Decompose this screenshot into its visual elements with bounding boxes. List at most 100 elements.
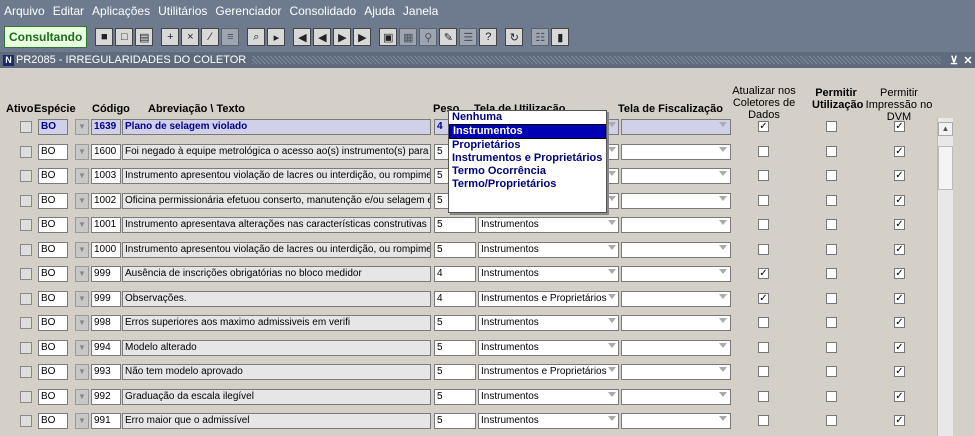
previous-record-icon[interactable]: ◀ bbox=[313, 28, 332, 46]
edit-icon[interactable]: ✎ bbox=[439, 28, 458, 46]
texto-field[interactable]: Modelo alterado bbox=[122, 340, 431, 356]
ativo-checkbox[interactable] bbox=[20, 170, 32, 182]
atualizar-checkbox[interactable] bbox=[758, 342, 769, 353]
chevron-down-icon[interactable] bbox=[608, 220, 616, 225]
next-record-icon[interactable]: ▶ bbox=[333, 28, 352, 46]
texto-field[interactable]: Instrumento apresentava alterações nas c… bbox=[122, 217, 431, 233]
tela-utilizacao-field[interactable]: Instrumentos bbox=[478, 315, 619, 331]
texto-field[interactable]: Erros superiores aos maximo admissiveis … bbox=[122, 315, 431, 331]
list-icon[interactable]: ☰ bbox=[459, 28, 478, 46]
minimize-icon[interactable]: ⊻ bbox=[947, 54, 961, 67]
dropdown-option[interactable]: Termo/Proprietários bbox=[449, 178, 606, 191]
permitir-utilizacao-checkbox[interactable] bbox=[826, 342, 837, 353]
texto-field[interactable]: Ausência de inscrições obrigatórias no b… bbox=[122, 266, 431, 282]
texto-field[interactable]: Instrumento apresentou violação de lacre… bbox=[122, 168, 431, 184]
chevron-down-icon[interactable] bbox=[719, 269, 727, 274]
delete-icon[interactable]: □ bbox=[115, 28, 134, 46]
atualizar-checkbox[interactable] bbox=[758, 146, 769, 157]
especie-field[interactable]: BO bbox=[38, 291, 68, 307]
print-icon[interactable]: ▤ bbox=[135, 28, 154, 46]
chevron-down-icon[interactable] bbox=[608, 147, 616, 152]
codigo-field[interactable]: 999 bbox=[91, 291, 121, 307]
peso-field[interactable]: 5 bbox=[434, 413, 476, 429]
permitir-utilizacao-checkbox[interactable] bbox=[826, 170, 837, 181]
texto-field[interactable]: Instrumento apresentou violação de lacre… bbox=[122, 242, 431, 258]
query-icon[interactable]: ⌕ bbox=[247, 28, 266, 46]
close-icon[interactable]: ✕ bbox=[961, 54, 975, 67]
ativo-checkbox[interactable] bbox=[20, 366, 32, 378]
last-record-icon[interactable]: ▶ bbox=[353, 28, 372, 46]
chevron-down-icon[interactable] bbox=[608, 392, 616, 397]
exit-icon[interactable]: ▮ bbox=[551, 28, 570, 46]
dropdown-option[interactable]: Instrumentos bbox=[449, 124, 606, 139]
atualizar-checkbox[interactable]: ✓ bbox=[758, 121, 769, 132]
atualizar-checkbox[interactable] bbox=[758, 244, 769, 255]
chevron-down-icon[interactable] bbox=[608, 196, 616, 201]
tela-fiscalizacao-field[interactable] bbox=[621, 242, 731, 258]
menu-item[interactable]: Utilitários bbox=[154, 4, 211, 18]
atualizar-checkbox[interactable] bbox=[758, 391, 769, 402]
table-row[interactable]: BO ▼ 999 Observações. 4 Instrumentos e Propri… bbox=[0, 290, 940, 310]
atualizar-checkbox[interactable] bbox=[758, 195, 769, 206]
chevron-down-icon[interactable] bbox=[719, 367, 727, 372]
permitir-utilizacao-checkbox[interactable] bbox=[826, 317, 837, 328]
tela-fiscalizacao-field[interactable] bbox=[621, 266, 731, 282]
search-icon[interactable]: ⚲ bbox=[419, 28, 438, 46]
codigo-field[interactable]: 1002 bbox=[91, 193, 121, 209]
codigo-field[interactable]: 993 bbox=[91, 364, 121, 380]
peso-field[interactable]: 5 bbox=[434, 340, 476, 356]
chevron-down-icon[interactable] bbox=[608, 367, 616, 372]
tela-utilizacao-field[interactable]: Instrumentos bbox=[478, 242, 619, 258]
table-row[interactable]: BO ▼ 992 Graduação da escala ilegível 5 Instr… bbox=[0, 388, 940, 408]
table-row[interactable]: BO ▼ 999 Ausência de inscrições obrigatória… bbox=[0, 265, 940, 285]
table-row[interactable]: BO ▼ 1000 Instrumento apresentou violação d… bbox=[0, 241, 940, 261]
chevron-down-icon[interactable] bbox=[608, 269, 616, 274]
menu-item[interactable]: Arquivo bbox=[0, 4, 49, 18]
help-icon[interactable]: ? bbox=[479, 28, 498, 46]
ativo-checkbox[interactable] bbox=[20, 391, 32, 403]
ativo-checkbox[interactable] bbox=[20, 219, 32, 231]
atualizar-checkbox[interactable] bbox=[758, 219, 769, 230]
lov-icon[interactable]: ▼ bbox=[75, 242, 89, 258]
especie-field[interactable]: BO bbox=[38, 315, 68, 331]
texto-field[interactable]: Graduação da escala ilegível bbox=[122, 389, 431, 405]
permitir-impressao-checkbox[interactable]: ✓ bbox=[894, 268, 905, 279]
lock-icon[interactable]: ▣ bbox=[379, 28, 398, 46]
lov-icon[interactable]: ▼ bbox=[75, 315, 89, 331]
ativo-checkbox[interactable] bbox=[20, 244, 32, 256]
permitir-impressao-checkbox[interactable]: ✓ bbox=[894, 366, 905, 377]
table-row[interactable]: BO ▼ 993 Não tem modelo aprovado 5 Instrument… bbox=[0, 363, 940, 383]
tela-fiscalizacao-field[interactable] bbox=[621, 193, 731, 209]
tela-fiscalizacao-field[interactable] bbox=[621, 364, 731, 380]
chevron-down-icon[interactable] bbox=[719, 147, 727, 152]
lov-icon[interactable]: ▼ bbox=[75, 340, 89, 356]
chevron-down-icon[interactable] bbox=[608, 122, 616, 127]
atualizar-checkbox[interactable] bbox=[758, 366, 769, 377]
lov-icon[interactable]: ▼ bbox=[75, 144, 89, 160]
permitir-impressao-checkbox[interactable]: ✓ bbox=[894, 415, 905, 426]
lov-icon[interactable]: ▼ bbox=[75, 364, 89, 380]
especie-field[interactable]: BO bbox=[38, 119, 68, 135]
table-row[interactable]: BO ▼ 1001 Instrumento apresentava alteraçõe… bbox=[0, 216, 940, 236]
permitir-impressao-checkbox[interactable]: ✓ bbox=[894, 342, 905, 353]
dropdown-option[interactable]: Termo Ocorrência bbox=[449, 165, 606, 178]
chevron-down-icon[interactable] bbox=[719, 294, 727, 299]
ativo-checkbox[interactable] bbox=[20, 342, 32, 354]
ativo-checkbox[interactable] bbox=[20, 121, 32, 133]
peso-field[interactable]: 5 bbox=[434, 364, 476, 380]
tela-fiscalizacao-field[interactable] bbox=[621, 389, 731, 405]
codigo-field[interactable]: 1600 bbox=[91, 144, 121, 160]
codigo-field[interactable]: 1000 bbox=[91, 242, 121, 258]
ativo-checkbox[interactable] bbox=[20, 268, 32, 280]
especie-field[interactable]: BO bbox=[38, 413, 68, 429]
chevron-down-icon[interactable] bbox=[719, 171, 727, 176]
tela-utilizacao-field[interactable]: Instrumentos bbox=[478, 217, 619, 233]
permitir-impressao-checkbox[interactable]: ✓ bbox=[894, 293, 905, 304]
tela-utilizacao-field[interactable]: Instrumentos bbox=[478, 389, 619, 405]
tela-utilizacao-field[interactable]: Instrumentos e Proprietários bbox=[478, 364, 619, 380]
codigo-field[interactable]: 998 bbox=[91, 315, 121, 331]
texto-field[interactable]: Foi negado à equipe metrológica o acesso… bbox=[122, 144, 431, 160]
tela-fiscalizacao-field[interactable] bbox=[621, 413, 731, 429]
vertical-scrollbar[interactable]: ▲ bbox=[937, 118, 953, 436]
texto-field[interactable]: Plano de selagem violado bbox=[122, 119, 431, 135]
